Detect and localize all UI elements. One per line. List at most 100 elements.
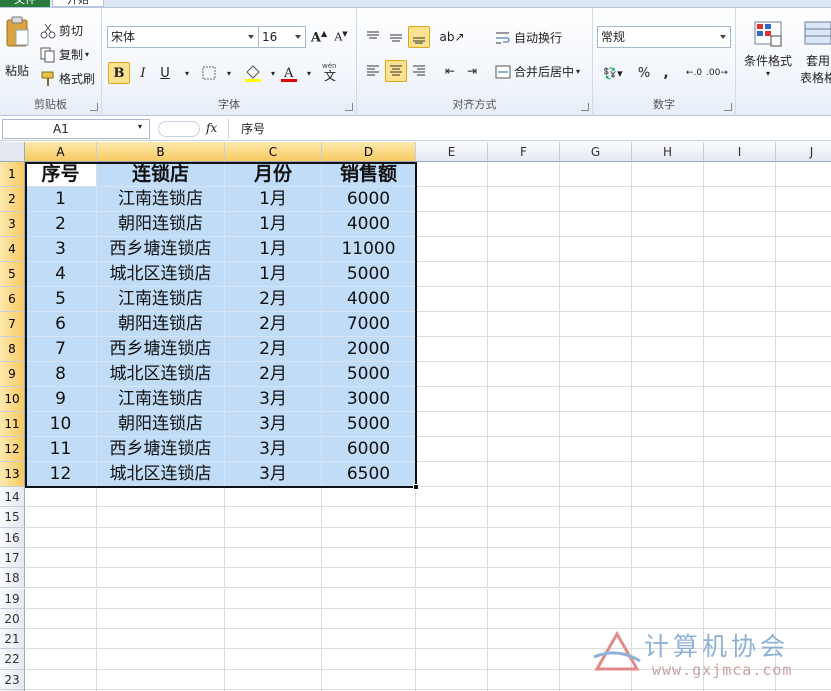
select-all-button[interactable] — [0, 142, 25, 162]
shrink-font-button[interactable]: A▼ — [330, 26, 352, 48]
empty-cell[interactable] — [416, 437, 488, 462]
empty-cell[interactable] — [704, 312, 776, 337]
empty-cell[interactable] — [560, 237, 632, 262]
empty-cell[interactable] — [776, 589, 831, 609]
row-header[interactable]: 2 — [0, 187, 25, 212]
empty-cell[interactable] — [416, 412, 488, 437]
empty-cell[interactable] — [97, 507, 225, 528]
empty-cell[interactable] — [704, 547, 776, 569]
fill-handle[interactable] — [413, 484, 419, 490]
empty-cell[interactable] — [560, 487, 632, 508]
grow-font-button[interactable]: A▲ — [308, 26, 330, 48]
table-cell[interactable]: 11 — [25, 437, 97, 462]
empty-cell[interactable] — [560, 527, 632, 548]
spreadsheet-grid[interactable]: A B C D E F G H I J 1 序号 连锁店 月份 销售额 2 1 江南连锁店 1月 6000 3 2 朝阳连锁… — [0, 142, 831, 691]
table-cell[interactable]: 3月 — [225, 437, 322, 462]
table-cell[interactable]: 6 — [25, 312, 97, 337]
table-cell[interactable]: 5000 — [322, 262, 416, 287]
table-cell[interactable]: 3月 — [225, 412, 322, 437]
empty-cell[interactable] — [488, 487, 560, 508]
table-cell[interactable]: 5 — [25, 287, 97, 312]
empty-cell[interactable] — [560, 437, 632, 462]
empty-cell[interactable] — [322, 669, 416, 690]
empty-cell[interactable] — [97, 547, 225, 569]
empty-cell[interactable] — [416, 588, 488, 609]
empty-cell[interactable] — [488, 337, 560, 362]
empty-cell[interactable] — [560, 387, 632, 412]
empty-cell[interactable] — [322, 608, 416, 630]
empty-cell[interactable] — [632, 462, 704, 487]
empty-cell[interactable] — [488, 287, 560, 312]
empty-cell[interactable] — [704, 462, 776, 487]
table-cell[interactable]: 西乡塘连锁店 — [97, 437, 225, 462]
number-format-select[interactable]: 常规 — [597, 26, 731, 48]
empty-cell[interactable] — [776, 362, 831, 387]
empty-cell[interactable] — [488, 547, 560, 569]
empty-cell[interactable] — [416, 387, 488, 412]
empty-cell[interactable] — [560, 287, 632, 312]
empty-cell[interactable] — [97, 527, 225, 548]
column-header-d[interactable]: D — [322, 142, 416, 162]
empty-cell[interactable] — [225, 588, 322, 609]
empty-cell[interactable] — [560, 412, 632, 437]
empty-cell[interactable] — [322, 588, 416, 609]
empty-cell[interactable] — [416, 212, 488, 237]
empty-cell[interactable] — [225, 608, 322, 630]
empty-cell[interactable] — [416, 649, 488, 670]
italic-button[interactable]: I — [132, 62, 154, 84]
empty-cell[interactable] — [632, 362, 704, 387]
align-bottom-button[interactable] — [408, 26, 430, 48]
empty-cell[interactable] — [704, 387, 776, 412]
empty-cell[interactable] — [322, 547, 416, 569]
row-header[interactable]: 6 — [0, 287, 25, 312]
table-cell[interactable]: 6000 — [322, 187, 416, 212]
row-header[interactable]: 1 — [0, 162, 25, 187]
empty-cell[interactable] — [632, 568, 704, 589]
column-header-i[interactable]: I — [704, 142, 776, 162]
table-cell[interactable]: 江南连锁店 — [97, 287, 225, 312]
empty-cell[interactable] — [225, 629, 322, 650]
wrap-text-button[interactable]: 自动换行 — [495, 29, 562, 46]
table-cell[interactable]: 西乡塘连锁店 — [97, 237, 225, 262]
table-cell[interactable]: 7 — [25, 337, 97, 362]
empty-cell[interactable] — [25, 669, 97, 690]
copy-button[interactable]: 复制 ▾ — [40, 46, 89, 63]
empty-cell[interactable] — [704, 588, 776, 609]
insert-function-button[interactable]: fx — [206, 121, 217, 135]
empty-cell[interactable] — [225, 487, 322, 508]
empty-cell[interactable] — [488, 507, 560, 528]
table-cell[interactable]: 1月 — [225, 187, 322, 212]
empty-cell[interactable] — [704, 337, 776, 362]
empty-cell[interactable] — [560, 187, 632, 212]
table-cell[interactable]: 6000 — [322, 437, 416, 462]
font-launcher-icon[interactable] — [345, 103, 353, 111]
font-size-select[interactable]: 16 — [258, 26, 306, 48]
currency-button[interactable]: 💱▾ — [599, 62, 627, 84]
empty-cell[interactable] — [416, 608, 488, 630]
empty-cell[interactable] — [488, 212, 560, 237]
empty-cell[interactable] — [704, 507, 776, 528]
empty-cell[interactable] — [560, 462, 632, 487]
empty-cell[interactable] — [704, 212, 776, 237]
empty-cell[interactable] — [488, 362, 560, 387]
empty-cell[interactable] — [225, 527, 322, 548]
table-cell[interactable]: 10 — [25, 412, 97, 437]
table-cell[interactable]: 3000 — [322, 387, 416, 412]
empty-cell[interactable] — [704, 187, 776, 212]
conditional-format-button[interactable]: 条件格式 ▾ — [740, 20, 796, 78]
empty-cell[interactable] — [97, 487, 225, 508]
empty-cell[interactable] — [225, 649, 322, 670]
empty-cell[interactable] — [560, 312, 632, 337]
empty-cell[interactable] — [632, 312, 704, 337]
row-header[interactable]: 4 — [0, 237, 25, 262]
row-header[interactable]: 20 — [0, 608, 25, 630]
empty-cell[interactable] — [322, 527, 416, 548]
empty-cell[interactable] — [416, 507, 488, 528]
table-cell[interactable]: 2月 — [225, 337, 322, 362]
table-header-cell[interactable]: 销售额 — [322, 162, 416, 187]
table-cell[interactable]: 6500 — [322, 462, 416, 487]
column-header-h[interactable]: H — [632, 142, 704, 162]
empty-cell[interactable] — [488, 588, 560, 609]
empty-cell[interactable] — [632, 527, 704, 548]
empty-cell[interactable] — [25, 487, 97, 508]
